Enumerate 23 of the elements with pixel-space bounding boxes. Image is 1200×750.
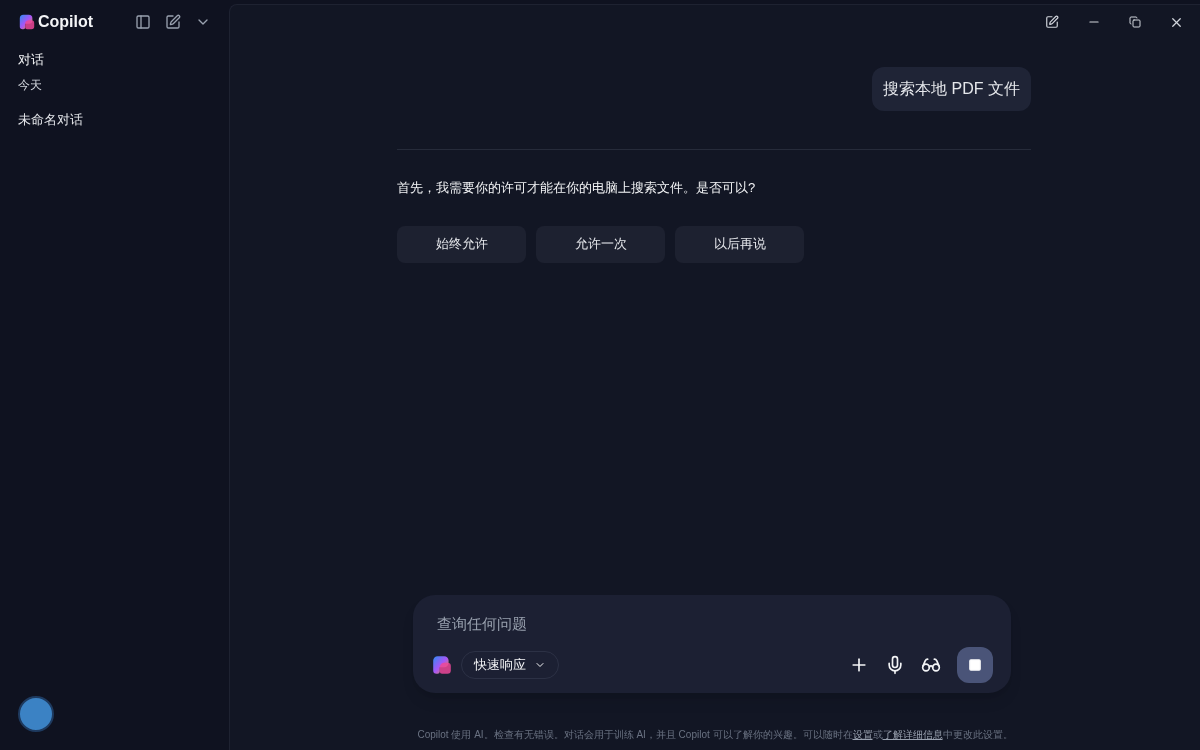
conversation-item[interactable]: 未命名对话 (18, 109, 211, 129)
disclaimer: Copilot 使用 AI。检查有无错误。对话会用于训练 AI，并且 Copilot 可以了解你的兴趣。可以随时在设置或了解详细信息中更改此设置。 (416, 728, 1014, 742)
permission-button[interactable]: 以后再说 (675, 225, 804, 263)
logo-icon (18, 13, 36, 31)
sidebar-toggle-icon[interactable] (135, 14, 151, 30)
avatar[interactable] (18, 696, 54, 732)
stop-button[interactable] (957, 647, 993, 683)
input-field[interactable]: 查询任何问题 (431, 613, 993, 636)
settings-link[interactable]: 了解详细信息 (882, 729, 943, 740)
permission-button[interactable]: 始终允许 (397, 225, 526, 263)
stop-icon (968, 658, 982, 672)
user-message: 搜索本地 PDF 文件 (872, 67, 1031, 111)
section-title: 对话 (18, 51, 45, 69)
settings-link[interactable]: 设置 (852, 729, 873, 740)
glasses-icon[interactable] (921, 655, 941, 675)
permission-button[interactable]: 允许一次 (536, 225, 665, 263)
new-chat-icon[interactable] (165, 14, 181, 30)
logo-icon (431, 654, 453, 676)
assistant-message: 首先，我需要你的许可才能在你的电脑上搜索文件。是否可以? (397, 179, 757, 197)
group-label: 今天 (18, 76, 43, 94)
maximize-icon[interactable] (1129, 16, 1141, 28)
app-title: Copilot (38, 12, 94, 32)
microphone-icon[interactable] (885, 655, 905, 675)
